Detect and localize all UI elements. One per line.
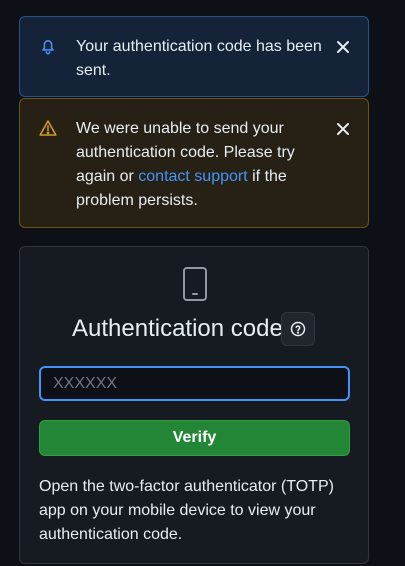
flash-info-message: Your authentication code has been sent.: [19, 16, 369, 97]
contact-support-link[interactable]: contact support: [138, 168, 247, 185]
page-title: Authentication code: [72, 315, 283, 342]
bell-icon: [39, 37, 57, 55]
auth-code-card: Authentication code Verify Open the two-…: [19, 246, 369, 564]
flash-warning-message: We were unable to send your authenticati…: [19, 98, 369, 228]
help-text: Open the two-factor authenticator (TOTP)…: [39, 478, 334, 543]
device-mobile-icon: [181, 266, 209, 302]
verify-button[interactable]: Verify: [39, 420, 350, 456]
alert-icon: [39, 119, 57, 137]
flash-info-text: Your authentication code has been sent.: [76, 38, 322, 79]
authentication-code-input[interactable]: [39, 366, 350, 401]
flash-warning-text: We were unable to send your authenticati…: [76, 120, 295, 209]
close-icon[interactable]: [336, 38, 350, 53]
close-icon[interactable]: [336, 120, 350, 135]
help-button[interactable]: [281, 312, 315, 346]
